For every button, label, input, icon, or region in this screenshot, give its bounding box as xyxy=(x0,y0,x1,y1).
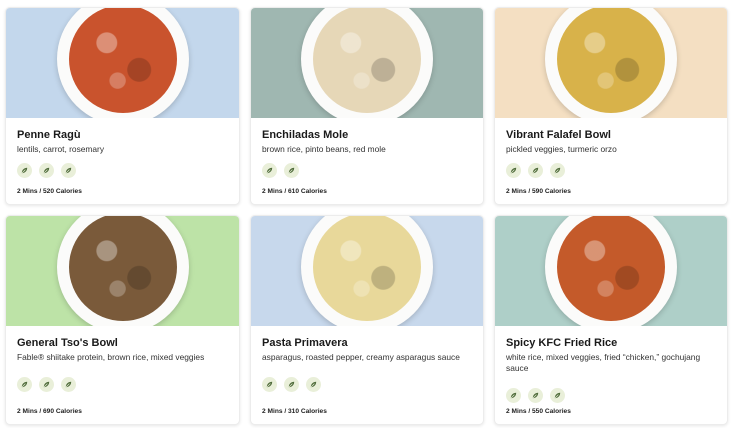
food xyxy=(68,216,177,321)
dish-title: Penne Ragù xyxy=(17,129,81,141)
dish-description: pickled veggies, turmeric orzo xyxy=(506,144,617,154)
plant-icon xyxy=(528,163,543,178)
plant-icon xyxy=(550,388,565,403)
plant-icon xyxy=(506,388,521,403)
card-body: Spicy KFC Fried Rice white rice, mixed v… xyxy=(495,326,727,424)
plant-icon xyxy=(284,163,299,178)
dietary-tags xyxy=(262,163,472,178)
dish-meta: 2 Mins / 520 Calories xyxy=(17,188,82,195)
dish-title: Vibrant Falafel Bowl xyxy=(506,129,611,141)
dish-meta: 2 Mins / 590 Calories xyxy=(506,188,571,195)
dish-meta: 2 Mins / 550 Calories xyxy=(506,408,571,415)
menu-card[interactable]: Pasta Primavera asparagus, roasted peppe… xyxy=(250,215,484,425)
plant-icon xyxy=(39,163,54,178)
card-body: General Tso's Bowl Fable® shiitake prote… xyxy=(6,326,239,424)
dietary-tags xyxy=(262,377,472,392)
plant-icon xyxy=(262,377,277,392)
plant-icon xyxy=(306,377,321,392)
dish-description: white rice, mixed veggies, fried “chicke… xyxy=(506,352,701,373)
menu-card[interactable]: Enchiladas Mole brown rice, pinto beans,… xyxy=(250,7,484,205)
plant-icon xyxy=(61,377,76,392)
plant-icon xyxy=(284,377,299,392)
menu-card[interactable]: Spicy KFC Fried Rice white rice, mixed v… xyxy=(494,215,728,425)
dish-meta: 2 Mins / 610 Calories xyxy=(262,188,327,195)
food xyxy=(68,8,177,113)
food xyxy=(313,8,421,113)
food xyxy=(313,216,421,321)
menu-card[interactable]: General Tso's Bowl Fable® shiitake prote… xyxy=(5,215,240,425)
dish-photo xyxy=(251,8,483,118)
dish-photo xyxy=(495,216,727,326)
dish-description: lentils, carrot, rosemary xyxy=(17,144,105,154)
plant-icon xyxy=(550,163,565,178)
dish-meta: 2 Mins / 690 Calories xyxy=(17,408,82,415)
plant-icon xyxy=(17,377,32,392)
dish-photo xyxy=(251,216,483,326)
dish-meta: 2 Mins / 310 Calories xyxy=(262,408,327,415)
dish-title: Pasta Primavera xyxy=(262,337,348,349)
plant-icon xyxy=(61,163,76,178)
plant-icon xyxy=(506,163,521,178)
dish-description: asparagus, roasted pepper, creamy aspara… xyxy=(262,352,460,362)
card-body: Penne Ragù lentils, carrot, rosemary 2 M… xyxy=(6,118,239,204)
dietary-tags xyxy=(17,377,228,392)
menu-grid: Penne Ragù lentils, carrot, rosemary 2 M… xyxy=(5,7,728,425)
plant-icon xyxy=(528,388,543,403)
card-body: Enchiladas Mole brown rice, pinto beans,… xyxy=(251,118,483,204)
food xyxy=(557,216,665,321)
food xyxy=(557,8,665,113)
dietary-tags xyxy=(17,163,228,178)
dish-photo xyxy=(495,8,727,118)
card-body: Pasta Primavera asparagus, roasted peppe… xyxy=(251,326,483,424)
dish-title: General Tso's Bowl xyxy=(17,337,118,349)
dish-title: Spicy KFC Fried Rice xyxy=(506,337,618,349)
plant-icon xyxy=(17,163,32,178)
card-body: Vibrant Falafel Bowl pickled veggies, tu… xyxy=(495,118,727,204)
dietary-tags xyxy=(506,163,716,178)
dietary-tags xyxy=(506,388,716,403)
plant-icon xyxy=(39,377,54,392)
dish-description: Fable® shiitake protein, brown rice, mix… xyxy=(17,352,205,362)
dish-description: brown rice, pinto beans, red mole xyxy=(262,144,386,154)
menu-card[interactable]: Penne Ragù lentils, carrot, rosemary 2 M… xyxy=(5,7,240,205)
dish-photo xyxy=(6,8,239,118)
dish-title: Enchiladas Mole xyxy=(262,129,349,141)
menu-card[interactable]: Vibrant Falafel Bowl pickled veggies, tu… xyxy=(494,7,728,205)
plant-icon xyxy=(262,163,277,178)
dish-photo xyxy=(6,216,239,326)
